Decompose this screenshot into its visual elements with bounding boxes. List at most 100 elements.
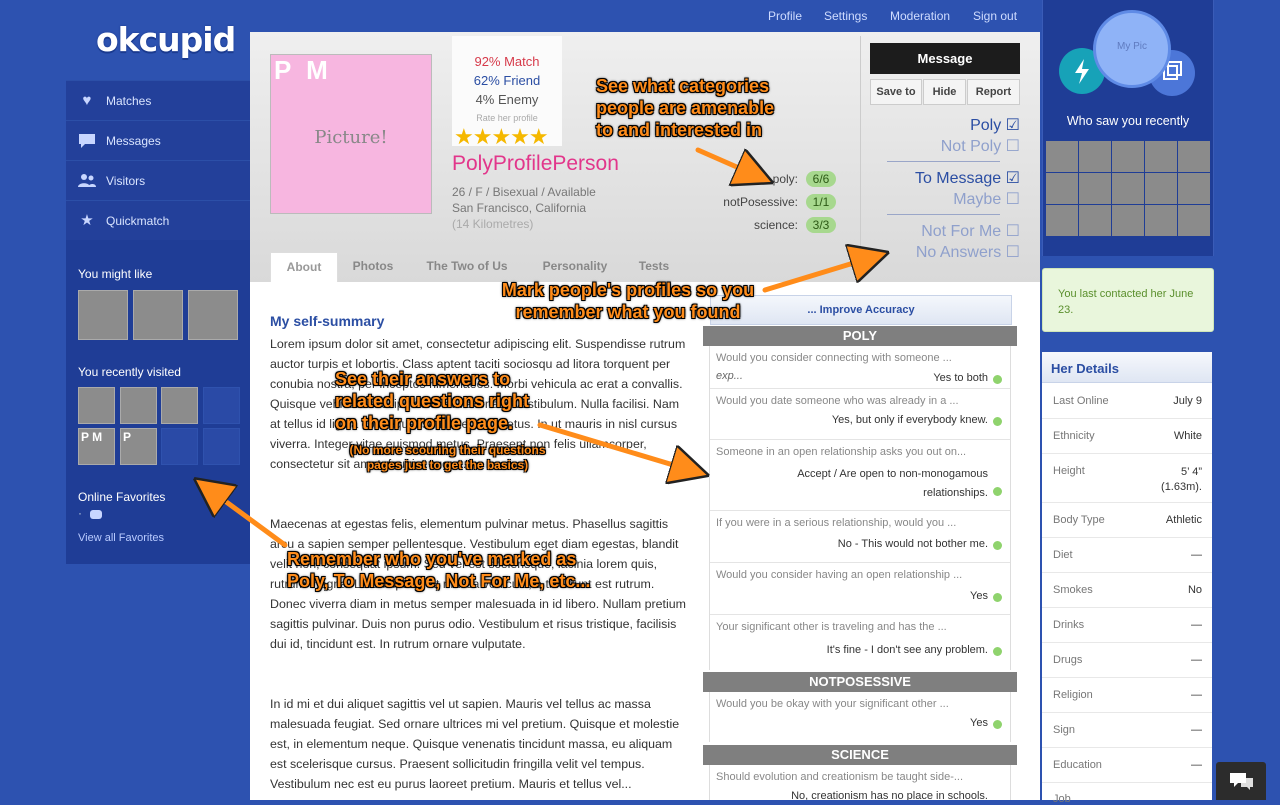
mark-maybe-toggle[interactable]: Maybe ☐ bbox=[953, 189, 1020, 209]
message-button[interactable]: Message bbox=[870, 43, 1020, 74]
agreement-dot bbox=[993, 720, 1002, 729]
save-to-button[interactable]: Save to bbox=[870, 79, 922, 105]
visitor-thumb[interactable] bbox=[1079, 141, 1111, 172]
detail-key: Sign bbox=[1053, 724, 1076, 736]
mark-to-message-toggle[interactable]: To Message ☑ bbox=[915, 168, 1020, 188]
question-item[interactable]: Should evolution and creationism be taug… bbox=[710, 765, 1010, 800]
people-icon bbox=[78, 173, 96, 189]
detail-row: Sign — bbox=[1042, 712, 1212, 748]
profile-distance: (14 Kilometres) bbox=[452, 217, 534, 231]
mark-no-answers-toggle[interactable]: No Answers ☐ bbox=[916, 242, 1020, 262]
nav-item-visitors[interactable]: Visitors bbox=[66, 160, 250, 201]
tab-about[interactable]: About bbox=[270, 252, 338, 283]
visited-profile-thumb[interactable] bbox=[161, 387, 198, 424]
visitor-thumb[interactable] bbox=[1178, 205, 1210, 236]
question-text: Would you date someone who was already i… bbox=[716, 395, 959, 407]
detail-key: Drinks bbox=[1053, 619, 1085, 631]
last-contacted-text: You last contacted her June 23. bbox=[1058, 288, 1194, 316]
mark-not-for-me-toggle[interactable]: Not For Me ☐ bbox=[921, 221, 1020, 241]
nav-signout-link[interactable]: Sign out bbox=[973, 9, 1017, 23]
suggested-profile-thumb[interactable] bbox=[78, 290, 128, 340]
chat-bubble-icon[interactable] bbox=[90, 510, 102, 519]
answer-text: Yes bbox=[970, 590, 988, 602]
annotation-categories: See what categories people are amenable … bbox=[596, 76, 775, 140]
tab-personality[interactable]: Personality bbox=[530, 252, 620, 282]
category-score-poly[interactable]: 6/6 bbox=[806, 171, 836, 187]
visited-profile-thumb[interactable] bbox=[120, 387, 157, 424]
profile-photo[interactable]: P M Picture! bbox=[270, 54, 432, 214]
question-section-header: POLY bbox=[703, 326, 1017, 346]
nav-label: Visitors bbox=[106, 174, 146, 188]
nav-profile-link[interactable]: Profile bbox=[768, 9, 802, 23]
visitor-thumb[interactable] bbox=[1145, 173, 1177, 204]
speech-bubble-icon bbox=[78, 133, 96, 149]
question-list: Would you consider connecting with someo… bbox=[709, 346, 1011, 670]
visitor-thumb[interactable] bbox=[1112, 205, 1144, 236]
question-list: Should evolution and creationism be taug… bbox=[709, 765, 1011, 800]
you-might-like-heading: You might like bbox=[78, 267, 153, 281]
visitor-thumb[interactable] bbox=[1046, 141, 1078, 172]
visitor-thumb[interactable] bbox=[1079, 205, 1111, 236]
report-button[interactable]: Report bbox=[967, 79, 1020, 105]
question-text: Should evolution and creationism be taug… bbox=[716, 771, 964, 783]
star-icon: ★ bbox=[80, 212, 94, 229]
detail-value: July 9 bbox=[1173, 395, 1202, 407]
visitor-thumb[interactable] bbox=[1145, 141, 1177, 172]
visited-profile-thumb[interactable] bbox=[78, 387, 115, 424]
nav-item-quickmatch[interactable]: ★ Quickmatch bbox=[66, 200, 250, 241]
question-item[interactable]: Would you date someone who was already i… bbox=[710, 389, 1010, 440]
nav-item-matches[interactable]: ♥ Matches bbox=[66, 80, 250, 121]
detail-row: Drinks — bbox=[1042, 607, 1212, 643]
question-item[interactable]: Would you consider connecting with someo… bbox=[710, 346, 1010, 389]
chat-button[interactable] bbox=[1216, 762, 1266, 800]
visitor-thumb[interactable] bbox=[1046, 173, 1078, 204]
category-label-notposessive: notPosessive: bbox=[723, 195, 798, 209]
suggested-profile-thumb[interactable] bbox=[133, 290, 183, 340]
view-all-favorites-link[interactable]: View all Favorites bbox=[78, 532, 164, 544]
visitor-thumb[interactable] bbox=[1112, 173, 1144, 204]
rating-stars[interactable]: ★★★★★ bbox=[454, 124, 549, 150]
visitor-thumb[interactable] bbox=[1178, 173, 1210, 204]
visitor-thumb[interactable] bbox=[1178, 141, 1210, 172]
question-item[interactable]: Your significant other is traveling and … bbox=[710, 615, 1010, 669]
nav-item-messages[interactable]: Messages bbox=[66, 120, 250, 161]
annotation-related-answers-note: (No more scouring their questions pages … bbox=[349, 443, 546, 472]
category-score-notposessive[interactable]: 1/1 bbox=[806, 194, 836, 210]
detail-value: — bbox=[1191, 654, 1202, 666]
hide-button[interactable]: Hide bbox=[923, 79, 966, 105]
agreement-dot bbox=[993, 541, 1002, 550]
question-item[interactable]: Would you be okay with your significant … bbox=[710, 692, 1010, 742]
detail-key: Religion bbox=[1053, 689, 1093, 701]
question-item[interactable]: If you were in a serious relationship, w… bbox=[710, 511, 1010, 563]
summary-paragraph: In id mi et dui aliquet sagittis vel ut … bbox=[270, 697, 680, 791]
question-text: If you were in a serious relationship, w… bbox=[716, 517, 957, 529]
visited-profile-thumb[interactable]: P M bbox=[78, 428, 115, 465]
category-label-poly: poly: bbox=[772, 172, 798, 186]
match-percent: 92% Match bbox=[474, 54, 540, 69]
category-score-science[interactable]: 3/3 bbox=[806, 217, 836, 233]
agreement-dot bbox=[993, 647, 1002, 656]
visited-profile-thumb[interactable]: P bbox=[120, 428, 157, 465]
detail-value: White bbox=[1173, 430, 1202, 442]
logo[interactable]: okcupid bbox=[96, 20, 236, 59]
nav-moderation-link[interactable]: Moderation bbox=[890, 9, 950, 23]
nav-settings-link[interactable]: Settings bbox=[824, 9, 867, 23]
visitor-thumb[interactable] bbox=[1112, 141, 1144, 172]
tab-photos[interactable]: Photos bbox=[340, 252, 406, 282]
visitor-thumb[interactable] bbox=[1079, 173, 1111, 204]
mark-not-poly-toggle[interactable]: Not Poly ☐ bbox=[941, 136, 1020, 156]
suggested-profile-thumb[interactable] bbox=[188, 290, 238, 340]
detail-row: Religion — bbox=[1042, 677, 1212, 713]
visitor-thumb[interactable] bbox=[1145, 205, 1177, 236]
tab-two-of-us[interactable]: The Two of Us bbox=[414, 252, 520, 282]
tab-tests[interactable]: Tests bbox=[628, 252, 680, 282]
question-section-header: NOTPOSESSIVE bbox=[703, 672, 1017, 692]
heart-icon: ♥ bbox=[82, 92, 92, 109]
question-item[interactable]: Someone in an open relationship asks you… bbox=[710, 440, 1010, 511]
visitor-thumb[interactable] bbox=[1046, 205, 1078, 236]
online-favorites-heading: Online Favorites bbox=[78, 490, 166, 504]
agreement-dot bbox=[993, 487, 1002, 496]
question-item[interactable]: Would you consider having an open relati… bbox=[710, 563, 1010, 615]
my-pic-avatar[interactable]: My Pic bbox=[1093, 10, 1171, 88]
mark-poly-toggle[interactable]: Poly ☑ bbox=[970, 115, 1020, 135]
